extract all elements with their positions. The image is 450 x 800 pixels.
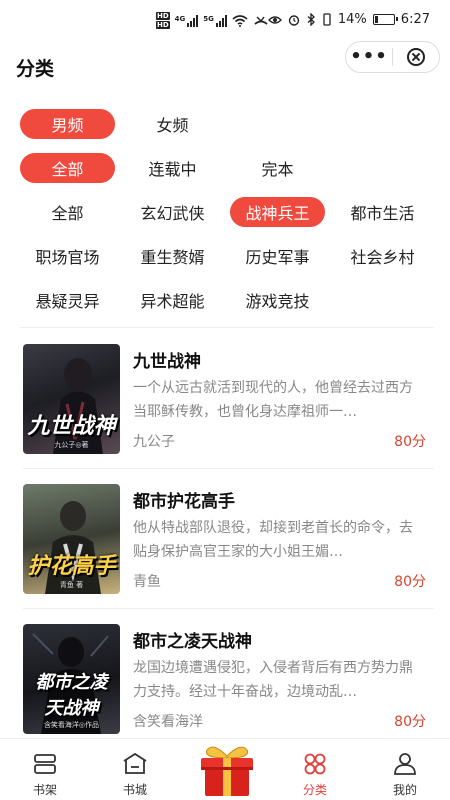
tab-label: 书城 (122, 783, 147, 797)
book-score: 80分 (394, 574, 426, 590)
signal-icon-2: 5G (203, 15, 227, 27)
category-option[interactable]: 异术超能 (125, 285, 220, 315)
book-list-item[interactable]: 都市之凌天战神 含笑看海洋◎作品 都市之凌天战神 龙国边境遭遇侵犯，入侵者背后有… (0, 610, 450, 750)
book-list-item[interactable]: 护花高手 青鱼 著 都市护花高手 他从特战部队退役，却接到老首长的命令，去贴身保… (0, 470, 450, 610)
network-indicators: HD HD 4G 5G (156, 12, 269, 30)
gender-option-female[interactable]: 女频 (125, 109, 220, 139)
book-divider (23, 468, 434, 469)
book-author: 九公子 (133, 434, 175, 450)
eye-icon (267, 15, 282, 24)
status-option-completed[interactable]: 完本 (230, 153, 325, 183)
category-icon (304, 753, 326, 775)
cover-subtitle: 青鱼 著 (59, 581, 84, 589)
gift-box-icon[interactable] (195, 742, 259, 798)
hd-bottom-label: HD (156, 21, 170, 29)
book-cover: 九世战神 九公子◎著 (23, 344, 120, 454)
category-option[interactable]: 历史军事 (230, 241, 325, 271)
book-list-item[interactable]: 九世战神 九公子◎著 九世战神 一个从远古就活到现代的人，他曾经去过西方当耶稣传… (0, 330, 450, 470)
signal-icon: 4G (175, 15, 199, 27)
cover-title: 都市之凌天战神 (35, 672, 108, 719)
category-option[interactable]: 全部 (20, 197, 115, 227)
missed-call-icon (254, 16, 268, 25)
tab-bookstore[interactable]: 书城 (90, 739, 180, 800)
more-icon[interactable]: ••• (346, 47, 392, 67)
hd-badge: HD HD (156, 12, 170, 30)
status-option-serializing[interactable]: 连载中 (125, 153, 220, 183)
page-title: 分类 (16, 58, 55, 80)
category-option[interactable]: 都市生活 (335, 197, 430, 227)
category-option[interactable]: 重生赘婿 (125, 241, 220, 271)
tab-label: 书架 (32, 783, 57, 797)
alarm-icon (288, 14, 300, 26)
category-option[interactable]: 职场官场 (20, 241, 115, 271)
cover-subtitle: 含笑看海洋◎作品 (43, 721, 100, 729)
book-description: 龙国边境遭遇侵犯，入侵者背后有西方势力鼎力支持。经过十年奋战，边境动乱… (133, 660, 413, 700)
book-score: 80分 (394, 434, 426, 450)
system-indicators: 14% 6:27 (267, 12, 430, 27)
book-author: 青鱼 (133, 574, 161, 590)
close-icon (407, 48, 425, 66)
book-score: 80分 (394, 714, 426, 730)
mini-program-capsule: ••• (345, 41, 440, 73)
clock-time: 6:27 (400, 12, 430, 27)
book-title: 都市之凌天战神 (133, 632, 252, 652)
bookshelf-icon (34, 754, 56, 774)
status-filter: 全部 连载中 完本 (20, 153, 325, 183)
hd-top-label: HD (156, 12, 170, 20)
status-option-all[interactable]: 全部 (20, 153, 115, 183)
category-filter: 全部 玄幻武侠 战神兵王 都市生活 职场官场 重生赘婿 历史军事 社会乡村 悬疑… (20, 197, 440, 315)
filter-divider (20, 327, 434, 328)
book-author: 含笑看海洋 (133, 714, 203, 730)
tab-profile[interactable]: 我的 (360, 739, 450, 800)
book-cover: 都市之凌天战神 含笑看海洋◎作品 (23, 624, 120, 734)
tab-label: 分类 (302, 783, 327, 797)
status-bar: HD HD 4G 5G 14% 6:27 (0, 0, 450, 44)
category-option[interactable]: 玄幻武侠 (125, 197, 220, 227)
book-divider (23, 608, 434, 609)
close-button[interactable] (393, 48, 439, 66)
battery-percent: 14% (337, 12, 367, 27)
gender-option-male[interactable]: 男频 (20, 109, 115, 139)
wifi-icon (232, 15, 248, 27)
book-description: 一个从远古就活到现代的人，他曾经去过西方当耶稣传教，也曾化身达摩祖师一… (133, 380, 413, 420)
book-description: 他从特战部队退役，却接到老首长的命令，去贴身保护高官王家的大小姐王媚… (133, 520, 413, 560)
category-option-selected[interactable]: 战神兵王 (230, 197, 325, 227)
category-option[interactable]: 社会乡村 (335, 241, 430, 271)
tab-bookshelf[interactable]: 书架 (0, 739, 90, 800)
tab-category[interactable]: 分类 (270, 739, 360, 800)
book-cover: 护花高手 青鱼 著 (23, 484, 120, 594)
tab-label: 我的 (392, 783, 417, 797)
gender-filter: 男频 女频 (20, 109, 220, 139)
cover-title: 护花高手 (27, 554, 116, 579)
category-option[interactable]: 悬疑灵异 (20, 285, 115, 315)
profile-icon (394, 753, 416, 775)
cover-subtitle: 九公子◎著 (54, 441, 89, 449)
cover-title: 九世战神 (27, 414, 116, 439)
network-gen-label: 4G (174, 15, 186, 23)
battery-icon (372, 14, 398, 25)
book-title: 都市护花高手 (133, 492, 235, 512)
vibrate-icon (323, 13, 331, 26)
category-option[interactable]: 游戏竞技 (230, 285, 325, 315)
bluetooth-icon (307, 13, 315, 26)
book-title: 九世战神 (133, 352, 201, 372)
bookstore-icon (123, 752, 147, 774)
network-gen-label-2: 5G (203, 15, 214, 23)
